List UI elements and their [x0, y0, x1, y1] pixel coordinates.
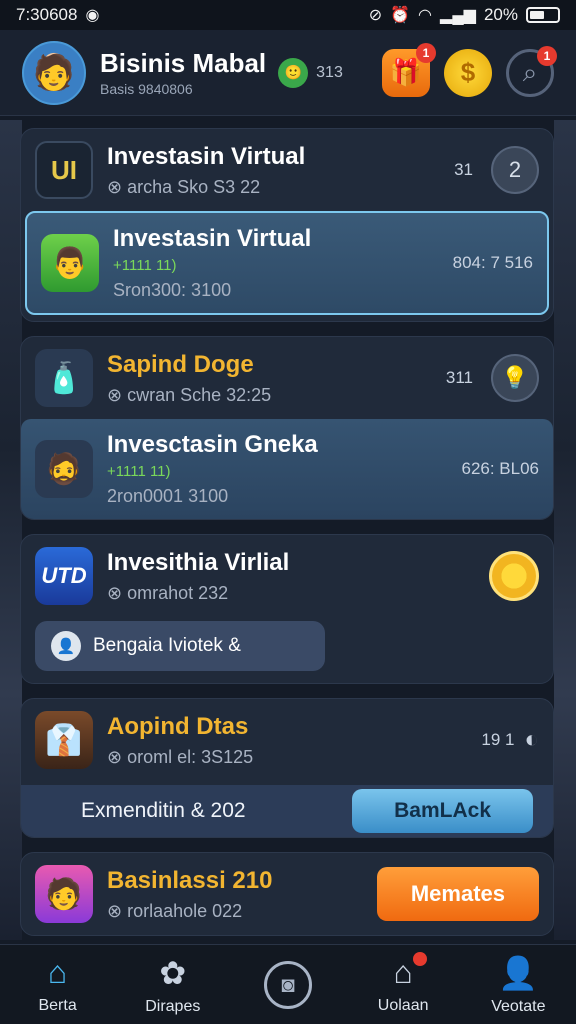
list-item-selected[interactable]: 🧔 Invesctasin Gneka +1111 11) 2ron0001 3… [21, 419, 553, 519]
avatar-icon: 🧔 [35, 440, 93, 498]
info-pill[interactable]: 👤 Bengaia Iviotek & [35, 621, 325, 671]
search-icon: ⌕ [522, 56, 538, 87]
list-item[interactable]: 🧑 Basinlassi 210 ⊗ rorlaahole 022 Memate… [21, 853, 553, 935]
page-title: Bisinis Mabal [100, 48, 267, 78]
gift-icon: 🎁 [389, 57, 423, 87]
level-badge-icon: 🙂 [278, 57, 309, 88]
status-time: 7:30608 [16, 5, 78, 24]
battery-percent: 20% [483, 5, 518, 24]
item-subtitle: ⊗ cwran Sche 32:25 [107, 384, 272, 405]
nav-label: Veotate [491, 997, 546, 1015]
item-subtitle: ⊗ omrahot 232 [107, 582, 229, 603]
shop-icon: ⌂ [393, 954, 413, 990]
bulb-icon: 💡 [501, 365, 529, 390]
list-item[interactable]: 👔 Aopind Dtas ⊗ oroml el: 3S125 19 1 ◐ [21, 699, 553, 781]
bar-action-button[interactable]: BamLAck [352, 789, 533, 833]
action-bar: Exmenditin & 202 BamLAck [21, 785, 553, 837]
primary-action-button[interactable]: Memates [376, 867, 539, 921]
item-title: Sapind Doge [107, 350, 254, 378]
item-subtitle: 2ron0001 3100 [107, 486, 229, 506]
avatar-icon: 👔 [35, 711, 93, 769]
wifi-icon: ◠ [418, 7, 433, 24]
toggle-icon[interactable]: ◐ [525, 726, 540, 754]
investment-list: UI Investasin Virtual ⊗ archa Sko S3 22 … [20, 128, 554, 950]
trophy-icon: UI [35, 141, 93, 199]
notification-icon: ◉ [85, 7, 100, 24]
nav-label: Dirapes [145, 997, 201, 1015]
search-notification-badge: 1 [537, 45, 557, 66]
item-title: Invesctasin Gneka [107, 431, 318, 458]
nav-label: Berta [38, 997, 77, 1014]
item-subtitle: ⊗ archa Sko S3 22 [107, 176, 261, 197]
item-title: Invesithia Virlial [107, 548, 290, 576]
list-group: UTD Invesithia Virlial ⊗ omrahot 232 👤 B… [20, 534, 554, 684]
apps-icon: ✿ [159, 954, 187, 991]
user-avatar[interactable]: 🧑 [22, 40, 86, 105]
user-small-icon: 👤 [51, 631, 81, 661]
gift-notification-badge: 1 [416, 42, 436, 63]
brand-icon: UTD [35, 547, 93, 605]
list-group: 🧑 Basinlassi 210 ⊗ rorlaahole 022 Memate… [20, 852, 554, 936]
item-title: Investasin Virtual [107, 142, 306, 170]
action-bar-label: Exmenditin & 202 [81, 799, 246, 822]
bulb-button[interactable]: 💡 [491, 354, 539, 402]
page-subtitle: Basis 9840806 [100, 81, 193, 97]
item-subtitle: ⊗ oroml el: 3S125 [107, 746, 254, 767]
item-progress-text: +1111 11) [107, 463, 171, 480]
item-value: 311 [445, 368, 473, 387]
pill-label: Bengaia Iviotek & [93, 635, 241, 656]
shop-icon: 🧴 [35, 349, 93, 407]
item-value: 31 [454, 160, 473, 179]
item-title: Basinlassi 210 [107, 866, 273, 894]
list-group: UI Investasin Virtual ⊗ archa Sko S3 22 … [20, 128, 554, 322]
list-item[interactable]: UI Investasin Virtual ⊗ archa Sko S3 22 … [21, 129, 553, 211]
coin-button[interactable]: $ [444, 48, 492, 97]
nav-item-profile[interactable]: 👤 Veotate [468, 954, 568, 1016]
level-badge-text: 313 [316, 63, 343, 81]
status-bar: 7:30608 ◉ ⊘ ⏰ ◠ ▂▄▆ 20% [0, 0, 576, 30]
avatar-icon: 🧑 [35, 865, 93, 923]
profile-icon: 👤 [498, 954, 539, 991]
camera-icon: ◙ [263, 960, 312, 1009]
nav-item-home[interactable]: ⌂ Berta [8, 954, 108, 1015]
item-subtitle: ⊗ rorlaahole 022 [107, 900, 243, 921]
list-item-selected[interactable]: 👨 Investasin Virtual +1111 11) Sron300: … [25, 211, 549, 315]
app-header: 🧑 Bisinis Mabal Basis 9840806 🙂 313 🎁 1 … [0, 30, 576, 116]
shop-notification-dot [413, 952, 428, 966]
item-title: Investasin Virtual [113, 225, 312, 252]
item-subtitle: Sron300: 3100 [113, 280, 232, 300]
list-group: 🧴 Sapind Doge ⊗ cwran Sche 32:25 311 💡 🧔… [20, 336, 554, 520]
nav-item-camera[interactable]: ◙ [238, 960, 338, 1009]
item-value: 626: BL06 [461, 459, 539, 478]
list-item[interactable]: 🧴 Sapind Doge ⊗ cwran Sche 32:25 311 💡 [21, 337, 553, 419]
gift-button[interactable]: 🎁 1 [382, 42, 436, 97]
nav-label: Uolaan [377, 997, 429, 1014]
nav-item-apps[interactable]: ✿ Dirapes [123, 954, 223, 1016]
item-progress-text: +1111 11) [113, 257, 177, 274]
action-circle-button[interactable]: 2 [491, 146, 539, 194]
background-edge-left [0, 120, 22, 940]
item-value: 804: 7 516 [452, 253, 533, 272]
search-button[interactable]: ⌕ 1 [506, 45, 557, 97]
home-icon: ⌂ [47, 954, 68, 990]
item-value: 19 1 [481, 730, 515, 749]
bottom-nav: ⌂ Berta ✿ Dirapes ◙ ⌂ Uolaan 👤 Veotate [0, 944, 576, 1024]
alarm-icon: ⏰ [390, 7, 411, 24]
signal-icon: ▂▄▆ [440, 7, 476, 24]
list-group: 👔 Aopind Dtas ⊗ oroml el: 3S125 19 1 ◐ E… [20, 698, 554, 838]
background-edge-right [554, 120, 576, 940]
battery-icon [526, 7, 560, 23]
item-title: Aopind Dtas [107, 712, 249, 740]
mute-icon: ⊘ [368, 7, 383, 24]
dollar-coin-icon: $ [460, 57, 476, 87]
nav-item-shop[interactable]: ⌂ Uolaan [353, 952, 453, 1015]
list-item[interactable]: UTD Invesithia Virlial ⊗ omrahot 232 [21, 535, 553, 617]
avatar-icon: 👨 [41, 234, 99, 292]
coin-icon[interactable] [489, 551, 539, 601]
